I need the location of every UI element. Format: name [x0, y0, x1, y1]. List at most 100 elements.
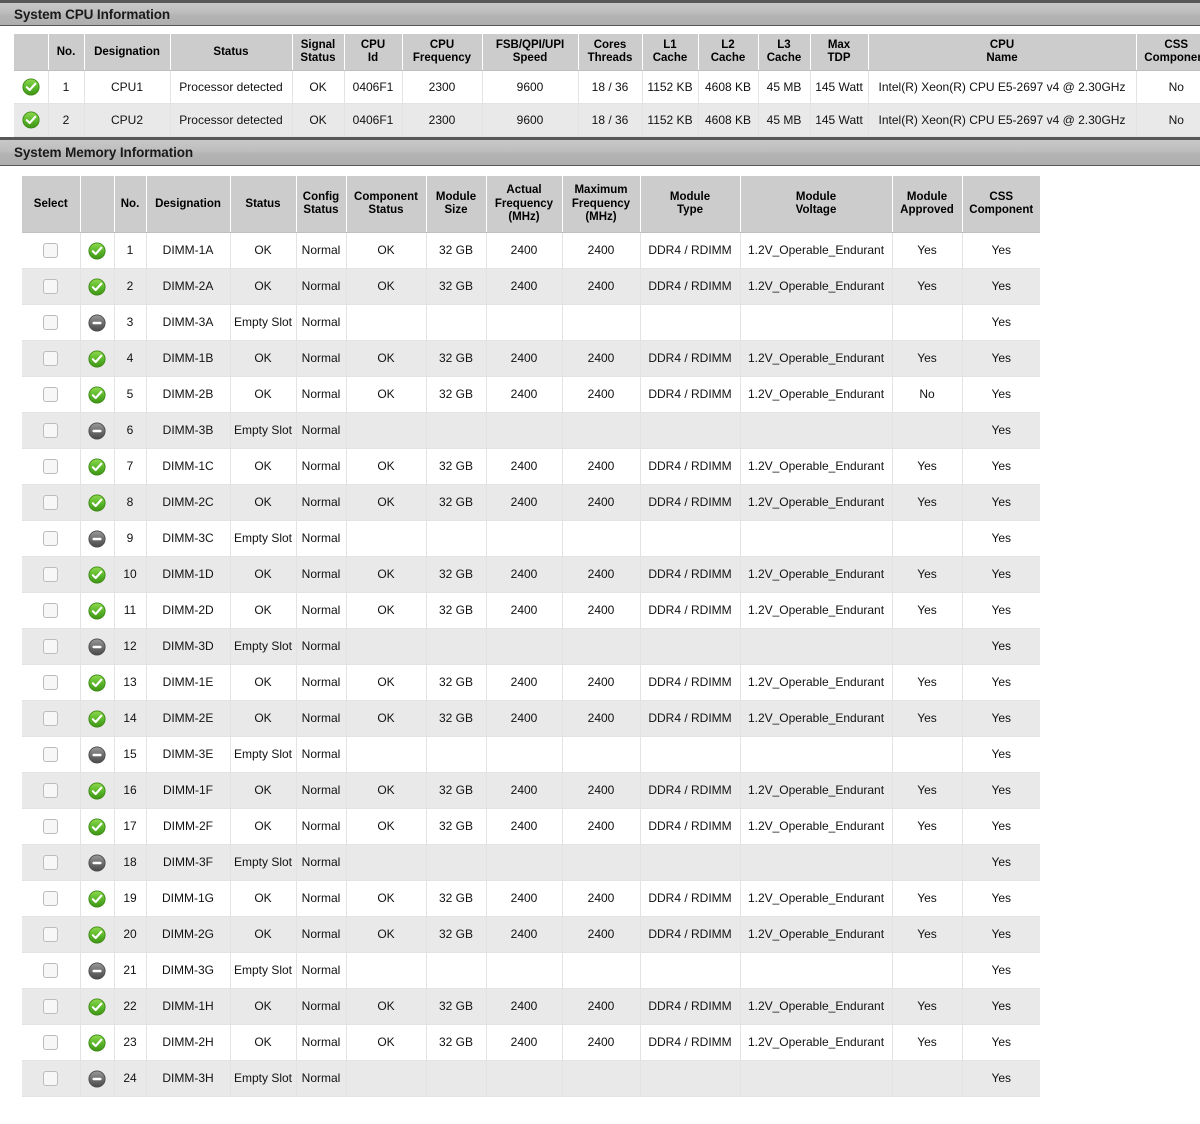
row-select-checkbox[interactable]: [43, 675, 59, 691]
memory-cell-select[interactable]: [22, 268, 81, 306]
memory-cell-config_status: Normal: [296, 484, 347, 522]
memory-cell-module_voltage: 1.2V_Operable_Endurant: [740, 880, 893, 918]
row-select-checkbox[interactable]: [43, 927, 59, 943]
memory-cell-select[interactable]: [22, 556, 81, 594]
memory-cell-select[interactable]: [22, 880, 81, 918]
cpu-header-l2_cache: L2 Cache: [698, 34, 759, 72]
row-select-checkbox[interactable]: [43, 279, 59, 295]
memory-cell-component_status: OK: [346, 916, 427, 954]
cpu-cell-max_tdp: 145 Watt: [810, 103, 869, 138]
cpu-header-signal_status: Signal Status: [292, 34, 345, 72]
memory-cell-module_approved: Yes: [892, 916, 963, 954]
row-select-checkbox[interactable]: [43, 1071, 59, 1087]
memory-cell-select[interactable]: [22, 772, 81, 810]
row-select-checkbox[interactable]: [43, 459, 59, 475]
memory-cell-no: 6: [114, 412, 147, 450]
memory-cell-no: 15: [114, 736, 147, 774]
row-select-checkbox[interactable]: [43, 567, 59, 583]
row-select-checkbox[interactable]: [43, 711, 59, 727]
memory-information-table: Select No. Designation Status Config Status Co…: [22, 176, 1040, 1098]
memory-cell-status: OK: [230, 772, 297, 810]
memory-cell-module_type: DDR4 / RDIMM: [640, 988, 741, 1026]
cpu-cell-cpu_id: 0406F1: [344, 103, 403, 138]
row-select-checkbox[interactable]: [43, 1035, 59, 1051]
memory-cell-select[interactable]: [22, 808, 81, 846]
status-ok-icon: [88, 458, 106, 476]
table-row: 22 DIMM-1H OK Normal OK 32 GB 2400 2400 DDR4 / R…: [22, 988, 1040, 1026]
memory-cell-icon: [80, 664, 115, 702]
memory-cell-module_voltage: [740, 628, 893, 666]
memory-cell-actual_frequency: [486, 736, 563, 774]
memory-cell-component_status: OK: [346, 700, 427, 738]
memory-cell-component_status: [346, 844, 427, 882]
row-select-checkbox[interactable]: [43, 387, 59, 403]
row-select-checkbox[interactable]: [43, 243, 59, 259]
memory-cell-module_voltage: 1.2V_Operable_Endurant: [740, 1024, 893, 1062]
memory-cell-config_status: Normal: [296, 340, 347, 378]
row-select-checkbox[interactable]: [43, 531, 59, 547]
memory-cell-component_status: [346, 952, 427, 990]
row-select-checkbox[interactable]: [43, 351, 59, 367]
memory-cell-select[interactable]: [22, 700, 81, 738]
memory-cell-module_size: [426, 736, 487, 774]
memory-cell-icon: [80, 880, 115, 918]
memory-cell-maximum_frequency: 2400: [562, 916, 641, 954]
cpu-cell-cpu_name: Intel(R) Xeon(R) CPU E5-2697 v4 @ 2.30GH…: [868, 70, 1137, 105]
memory-cell-select[interactable]: [22, 628, 81, 666]
row-select-checkbox[interactable]: [43, 315, 59, 331]
memory-cell-module_approved: [892, 844, 963, 882]
memory-cell-icon: [80, 304, 115, 342]
status-ok-icon: [88, 782, 106, 800]
memory-cell-select[interactable]: [22, 916, 81, 954]
memory-cell-select[interactable]: [22, 1024, 81, 1062]
memory-cell-select[interactable]: [22, 232, 81, 270]
memory-cell-select[interactable]: [22, 988, 81, 1026]
status-ok-icon: [88, 242, 106, 260]
memory-cell-select[interactable]: [22, 304, 81, 342]
row-select-checkbox[interactable]: [43, 963, 59, 979]
row-select-checkbox[interactable]: [43, 423, 59, 439]
row-select-checkbox[interactable]: [43, 495, 59, 511]
row-select-checkbox[interactable]: [43, 855, 59, 871]
memory-cell-select[interactable]: [22, 736, 81, 774]
cpu-cell-max_tdp: 145 Watt: [810, 70, 869, 105]
memory-cell-select[interactable]: [22, 592, 81, 630]
row-select-checkbox[interactable]: [43, 999, 59, 1015]
memory-cell-actual_frequency: 2400: [486, 916, 563, 954]
memory-cell-select[interactable]: [22, 952, 81, 990]
table-row: 8 DIMM-2C OK Normal OK 32 GB 2400 2400 DDR4 / RD…: [22, 484, 1040, 522]
row-select-checkbox[interactable]: [43, 747, 59, 763]
memory-cell-module_type: DDR4 / RDIMM: [640, 700, 741, 738]
cpu-cell-icon: [14, 103, 49, 138]
memory-cell-module_type: [640, 520, 741, 558]
cpu-header-css_component: CSSComponent: [1136, 34, 1200, 72]
row-select-checkbox[interactable]: [43, 639, 59, 655]
memory-cell-select[interactable]: [22, 448, 81, 486]
memory-cell-css_component: Yes: [962, 340, 1040, 378]
memory-cell-select[interactable]: [22, 412, 81, 450]
memory-cell-select[interactable]: [22, 664, 81, 702]
status-ok-icon: [88, 602, 106, 620]
memory-cell-maximum_frequency: 2400: [562, 556, 641, 594]
row-select-checkbox[interactable]: [43, 783, 59, 799]
memory-cell-maximum_frequency: 2400: [562, 484, 641, 522]
row-select-checkbox[interactable]: [43, 891, 59, 907]
memory-cell-select[interactable]: [22, 340, 81, 378]
memory-cell-status: Empty Slot: [230, 844, 297, 882]
memory-cell-select[interactable]: [22, 376, 81, 414]
row-select-checkbox[interactable]: [43, 819, 59, 835]
table-row: 2 CPU2 Processor detected OK 0406F1 2300 9600 1…: [14, 103, 1200, 138]
memory-cell-select[interactable]: [22, 1060, 81, 1098]
status-ok-icon: [88, 566, 106, 584]
memory-header-config_status: Config Status: [296, 176, 347, 234]
memory-cell-css_component: Yes: [962, 412, 1040, 450]
memory-cell-select[interactable]: [22, 520, 81, 558]
memory-cell-select[interactable]: [22, 484, 81, 522]
table-row: 20 DIMM-2G OK Normal OK 32 GB 2400 2400 DDR4 / R…: [22, 916, 1040, 954]
memory-cell-module_approved: Yes: [892, 232, 963, 270]
memory-cell-select[interactable]: [22, 844, 81, 882]
memory-cell-designation: DIMM-3E: [146, 736, 231, 774]
memory-cell-module_approved: No: [892, 376, 963, 414]
row-select-checkbox[interactable]: [43, 603, 59, 619]
memory-cell-css_component: Yes: [962, 484, 1040, 522]
